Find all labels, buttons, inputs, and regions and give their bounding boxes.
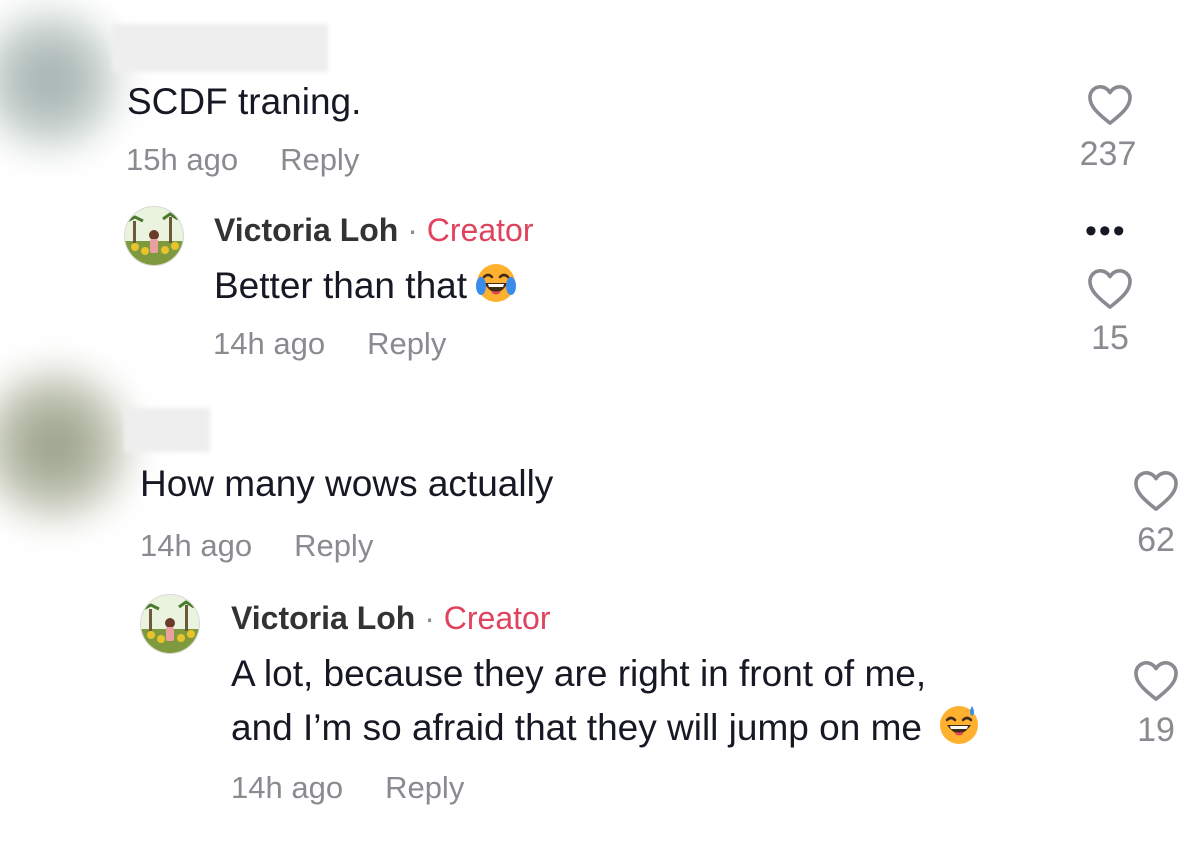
- reply-text-content: and I’m so afraid that they will jump on…: [231, 706, 922, 748]
- avatar[interactable]: [140, 594, 200, 654]
- author-name[interactable]: Victoria Loh: [231, 600, 415, 636]
- timestamp: 14h ago: [231, 770, 344, 805]
- reply-author[interactable]: Victoria Loh · Creator: [214, 212, 533, 249]
- like-count: 19: [1137, 711, 1175, 749]
- username-redacted[interactable]: [112, 24, 328, 72]
- face-with-tears-of-joy-icon: [475, 262, 517, 314]
- like-control[interactable]: 237: [1080, 84, 1140, 174]
- reply-text-line-2: and I’m so afraid that they will jump on…: [231, 704, 980, 756]
- reply-meta: 14h ago Reply: [231, 770, 464, 806]
- username-redacted[interactable]: [124, 408, 210, 452]
- timestamp: 15h ago: [126, 142, 239, 177]
- heart-icon[interactable]: [1087, 268, 1133, 310]
- reply-button[interactable]: Reply: [385, 770, 464, 805]
- avatar[interactable]: [0, 10, 120, 150]
- avatar-photo: [125, 207, 183, 265]
- reply-text: Better than that: [214, 262, 517, 314]
- heart-icon[interactable]: [1133, 470, 1179, 512]
- reply-button[interactable]: Reply: [280, 142, 359, 177]
- avatar[interactable]: [0, 370, 130, 520]
- like-control[interactable]: 62: [1126, 470, 1186, 560]
- author-name[interactable]: Victoria Loh: [214, 212, 398, 248]
- reply-button[interactable]: Reply: [294, 528, 373, 563]
- like-count: 15: [1091, 319, 1129, 357]
- separator: ·: [424, 600, 435, 636]
- reply-text-line-1: A lot, because they are right in front o…: [231, 653, 927, 694]
- creator-badge: Creator: [443, 600, 551, 636]
- separator: ·: [407, 212, 418, 248]
- reply-text-content: Better than that: [214, 264, 468, 306]
- comment-meta: 15h ago Reply: [126, 142, 359, 178]
- avatar[interactable]: [124, 206, 184, 266]
- like-control[interactable]: 19: [1126, 660, 1186, 750]
- comment-text: How many wows actually: [140, 463, 554, 504]
- timestamp: 14h ago: [213, 326, 326, 361]
- like-count: 62: [1137, 521, 1175, 559]
- grinning-face-with-sweat-icon: [938, 704, 980, 756]
- like-control[interactable]: 15: [1080, 268, 1140, 358]
- creator-badge: Creator: [426, 212, 534, 248]
- timestamp: 14h ago: [140, 528, 253, 563]
- heart-icon[interactable]: [1087, 84, 1133, 126]
- comment-meta: 14h ago Reply: [140, 528, 373, 564]
- like-count: 237: [1079, 135, 1137, 173]
- heart-icon[interactable]: [1133, 660, 1179, 702]
- avatar-photo: [141, 595, 199, 653]
- reply-button[interactable]: Reply: [367, 326, 446, 361]
- reply-meta: 14h ago Reply: [213, 326, 446, 362]
- more-options-button[interactable]: •••: [1085, 212, 1127, 251]
- reply-author[interactable]: Victoria Loh · Creator: [231, 600, 550, 637]
- comment-text: SCDF traning.: [127, 81, 362, 122]
